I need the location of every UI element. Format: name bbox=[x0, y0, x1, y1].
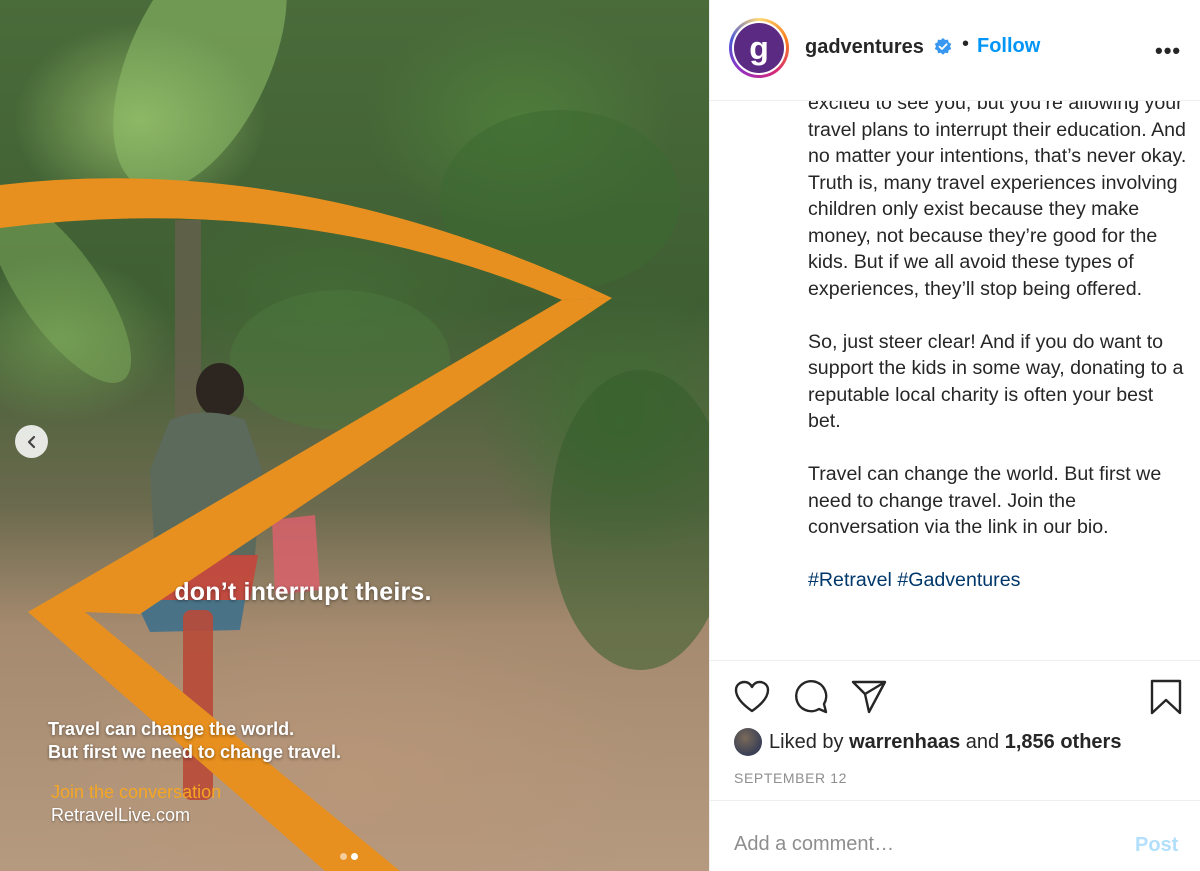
caption-paragraph-3: Travel can change the world. But first w… bbox=[808, 463, 1162, 538]
caption-hashtags: #Retravel #Gadventures bbox=[808, 567, 1188, 594]
post-header: g gadventures • Follow ••• bbox=[710, 0, 1200, 101]
post-media[interactable]: don’t interrupt theirs. Travel can chang… bbox=[0, 0, 709, 871]
verified-badge-icon bbox=[934, 38, 952, 55]
likes-summary: Liked by warrenhaas and 1,856 others bbox=[734, 728, 1121, 756]
comment-input[interactable]: Add a comment… bbox=[734, 833, 894, 856]
avatar-logo: g bbox=[734, 23, 784, 73]
caption-paragraph-1: excited to see you, but you’re allowing … bbox=[808, 92, 1187, 300]
paper-plane-icon[interactable] bbox=[851, 680, 887, 714]
liker-avatar[interactable] bbox=[734, 728, 762, 756]
media-site-text: RetravelLive.com bbox=[51, 805, 191, 825]
carousel-indicator bbox=[340, 853, 358, 860]
heart-icon[interactable] bbox=[734, 680, 770, 714]
post-actions: Liked by warrenhaas and 1,856 others SEP… bbox=[710, 660, 1200, 800]
follow-button[interactable]: Follow bbox=[977, 35, 1040, 58]
comment-icon[interactable] bbox=[793, 679, 829, 715]
liker-username-link[interactable]: warrenhaas bbox=[849, 731, 960, 753]
likes-count-link[interactable]: 1,856 others bbox=[1005, 731, 1122, 753]
more-options-button[interactable]: ••• bbox=[1155, 38, 1181, 64]
media-join-text: Join the conversation bbox=[51, 782, 222, 802]
carousel-dot-1 bbox=[340, 853, 347, 860]
profile-avatar[interactable]: g bbox=[729, 18, 789, 78]
hashtag-link-retravel[interactable]: #Retravel bbox=[808, 569, 892, 591]
caption-paragraph-2: So, just steer clear! And if you do want… bbox=[808, 330, 1184, 433]
chevron-left-icon bbox=[27, 435, 35, 448]
header-separator: • bbox=[962, 33, 970, 55]
carousel-prev-button[interactable] bbox=[15, 425, 48, 458]
bookmark-icon[interactable] bbox=[1149, 679, 1183, 715]
comment-bar: Add a comment… Post bbox=[710, 800, 1200, 871]
profile-username-link[interactable]: gadventures bbox=[805, 36, 924, 59]
media-slogan-line1: Travel can change the world. bbox=[48, 719, 295, 739]
media-slogan: Travel can change the world. But first w… bbox=[48, 718, 341, 764]
carousel-dot-2 bbox=[351, 853, 358, 860]
post-comment-button[interactable]: Post bbox=[1135, 834, 1178, 857]
media-tagline: don’t interrupt theirs. bbox=[174, 578, 432, 606]
hashtag-link-gadventures[interactable]: #Gadventures bbox=[897, 569, 1020, 591]
post-date: SEPTEMBER 12 bbox=[734, 770, 848, 786]
post-caption: excited to see you, but you’re allowing … bbox=[808, 90, 1188, 660]
media-slogan-line2: But first we need to change travel. bbox=[48, 742, 342, 762]
post-panel: g gadventures • Follow ••• excited to se… bbox=[709, 0, 1200, 871]
